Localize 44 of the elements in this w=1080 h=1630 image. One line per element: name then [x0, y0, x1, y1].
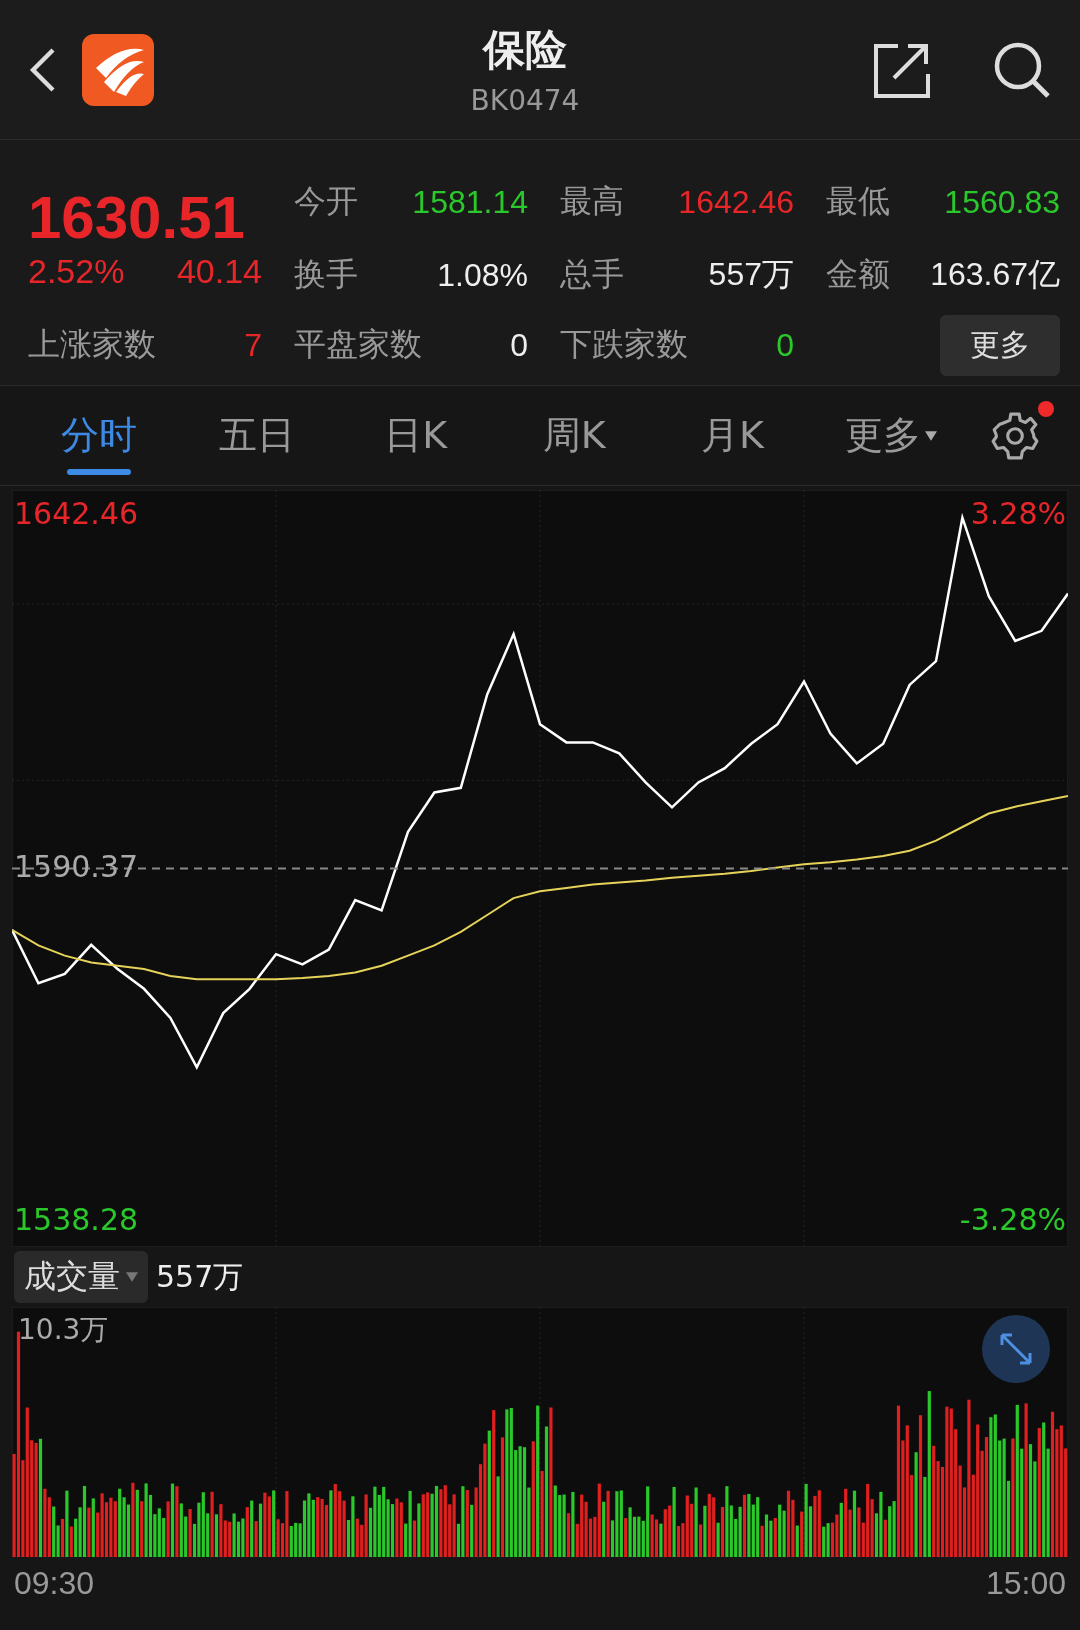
- stat-label: 最低: [826, 182, 890, 221]
- sector-code: BK0474: [470, 84, 580, 117]
- stat-label: 平盘家数: [294, 325, 422, 364]
- stat-value: 1560.83: [944, 183, 1060, 221]
- axis-label: 1642.46: [14, 496, 139, 532]
- stat-label: 最高: [560, 182, 624, 221]
- stat-value: 163.67亿: [930, 255, 1060, 294]
- settings-icon[interactable]: [989, 410, 1040, 461]
- time-label: 09:30: [14, 1565, 95, 1602]
- time-label: 15:00: [985, 1565, 1066, 1602]
- expand-icon[interactable]: [982, 1315, 1050, 1383]
- chart-tab[interactable]: 月K: [653, 392, 812, 479]
- stat-label: 今开: [294, 182, 358, 221]
- stat-value: 557万: [708, 255, 794, 294]
- axis-label: 1538.28: [14, 1201, 139, 1237]
- indicator-dropdown[interactable]: 成交量: [14, 1251, 148, 1303]
- chart-tab[interactable]: 周K: [495, 392, 654, 479]
- percent-label: 3.28%: [970, 496, 1066, 532]
- chart-tab[interactable]: 分时: [20, 392, 179, 479]
- stat-value: 1.08%: [437, 256, 528, 294]
- stat-label: 总手: [560, 255, 624, 294]
- stat-value: 7: [244, 326, 262, 364]
- change-amount: 40.14: [176, 252, 262, 291]
- page-title: 保险: [483, 24, 567, 76]
- chart-tab[interactable]: 更多: [811, 392, 970, 479]
- volume-total: 557万: [156, 1257, 244, 1296]
- current-price: 1630.51: [28, 183, 246, 252]
- axis-label: 10.3万: [18, 1313, 109, 1346]
- app-logo-icon: [82, 33, 154, 106]
- stat-value: 1581.14: [412, 183, 528, 221]
- stat-label: 上涨家数: [28, 325, 156, 364]
- caret-icon: [126, 1272, 138, 1282]
- chart-tab[interactable]: 日K: [336, 392, 495, 479]
- percent-label: -3.28%: [959, 1201, 1066, 1237]
- stat-label: 换手: [294, 255, 358, 294]
- stat-label: 金额: [826, 255, 890, 294]
- more-button[interactable]: 更多: [940, 314, 1060, 376]
- chart-tab[interactable]: 五日: [178, 392, 337, 479]
- stat-label: 下跌家数: [560, 325, 688, 364]
- axis-label: 1590.37: [14, 849, 139, 884]
- stat-value: 0: [510, 326, 528, 364]
- stat-value: 1642.46: [678, 183, 794, 221]
- stat-value: 0: [776, 326, 794, 364]
- change-percent: 2.52%: [28, 252, 125, 291]
